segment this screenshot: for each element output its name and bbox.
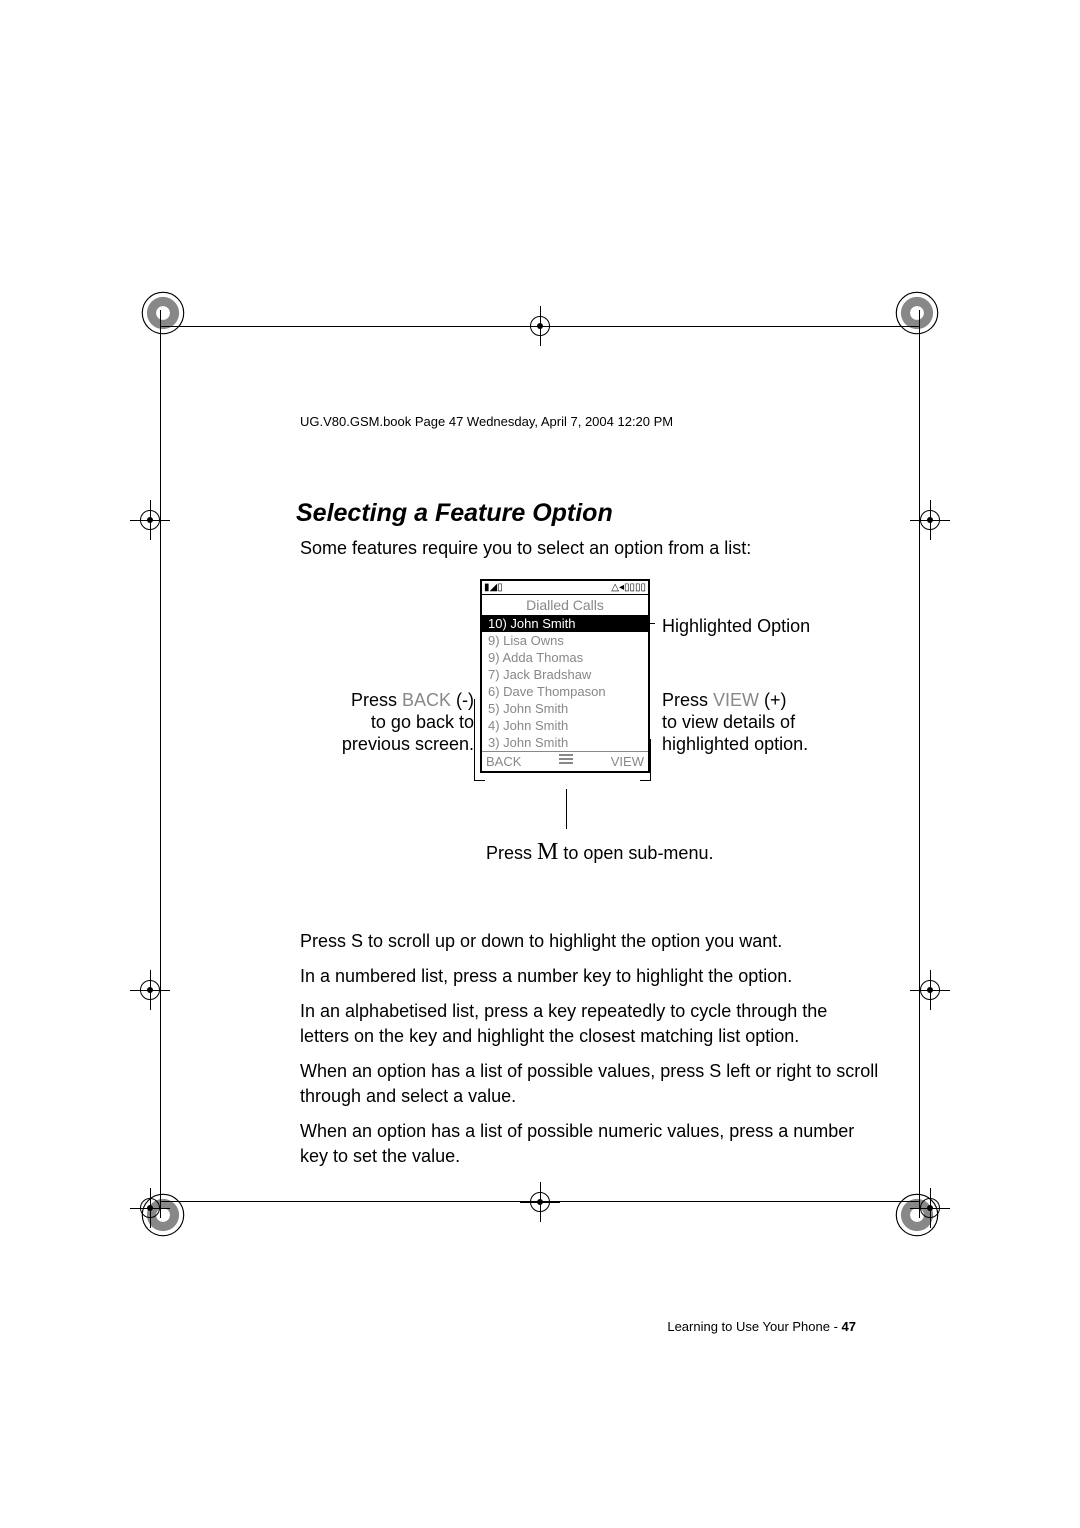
softkey-view: VIEW (611, 754, 644, 769)
registration-mark (140, 290, 186, 336)
list-item: 5) John Smith (482, 700, 648, 717)
list-item: 9) Adda Thomas (482, 649, 648, 666)
crosshair (130, 970, 170, 1010)
list-item: 3) John Smith (482, 734, 648, 752)
body-paragraph: When an option has a list of possible nu… (300, 1119, 880, 1169)
phone-statusbar: ▮◢▯ △◂▯▯▯▯ (482, 581, 648, 595)
registration-mark (894, 290, 940, 336)
frame-line (919, 310, 920, 1218)
callout-highlighted: Highlighted Option (662, 615, 810, 637)
crosshair (910, 500, 950, 540)
callout-view: Press VIEW (+) to view details of highli… (662, 689, 880, 755)
page-footer: Learning to Use Your Phone - 47 (300, 1319, 880, 1334)
connector-line (566, 789, 567, 829)
crosshair (910, 970, 950, 1010)
phone-screen: ▮◢▯ △◂▯▯▯▯ Dialled Calls 10) John Smith … (480, 579, 650, 773)
connector-line (640, 780, 651, 781)
body-paragraph: In an alphabetised list, press a key rep… (300, 999, 880, 1049)
body-paragraph: When an option has a list of possible va… (300, 1059, 880, 1109)
crosshair (130, 500, 170, 540)
header-path: UG.V80.GSM.book Page 47 Wednesday, April… (300, 414, 880, 429)
phone-softkeys: BACK VIEW (482, 752, 648, 771)
section-title: Selecting a Feature Option (296, 499, 880, 528)
frame-line (160, 326, 920, 327)
battery-icon: △◂▯▯▯▯ (611, 582, 646, 593)
list-item: 9) Lisa Owns (482, 632, 648, 649)
connector-line (474, 699, 475, 781)
connector-line (600, 623, 655, 624)
phone-title: Dialled Calls (482, 595, 648, 615)
body-paragraph: In a numbered list, press a number key t… (300, 964, 880, 989)
body-paragraph: Press S to scroll up or down to highligh… (300, 929, 880, 954)
list-item: 4) John Smith (482, 717, 648, 734)
callout-menu: Press M to open sub-menu. (486, 839, 713, 866)
signal-icon: ▮◢▯ (484, 582, 503, 593)
crosshair (910, 1188, 950, 1228)
callout-back: Press BACK (-) to go back to previous sc… (300, 689, 474, 755)
crosshair (130, 1188, 170, 1228)
menu-icon (559, 754, 573, 764)
diagram: ▮◢▯ △◂▯▯▯▯ Dialled Calls 10) John Smith … (300, 579, 880, 919)
connector-line (650, 739, 651, 781)
list-item: 7) Jack Bradshaw (482, 666, 648, 683)
frame-line (160, 310, 161, 1218)
intro-text: Some features require you to select an o… (300, 538, 880, 559)
connector-line (474, 780, 485, 781)
list-item: 6) Dave Thompason (482, 683, 648, 700)
softkey-back: BACK (486, 754, 521, 769)
